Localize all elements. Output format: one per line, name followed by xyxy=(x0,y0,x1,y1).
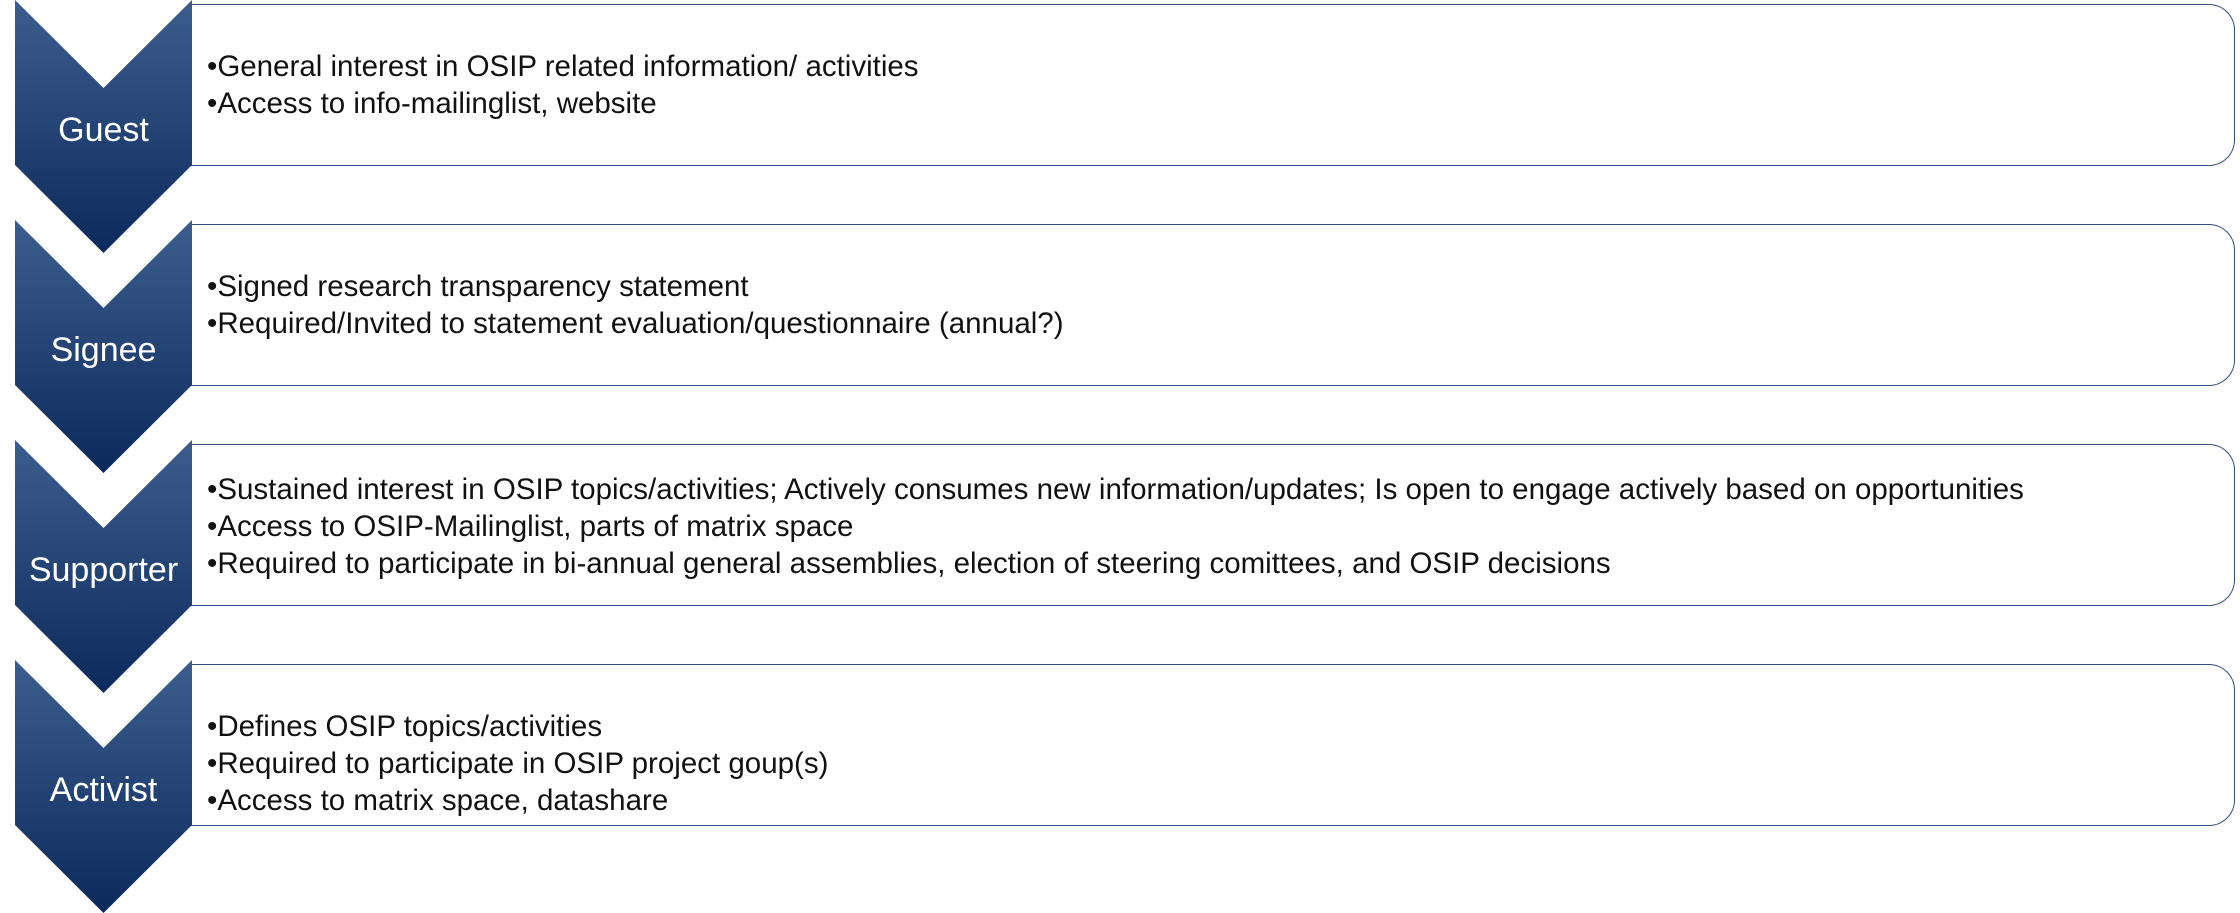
bullet-item: •Required/Invited to statement evaluatio… xyxy=(207,307,1064,340)
bullet-item: •Defines OSIP topics/activities xyxy=(207,710,603,743)
bullet-item: •Access to matrix space, datashare xyxy=(207,784,669,817)
level-bullet-list: •General interest in OSIP related inform… xyxy=(207,48,919,122)
membership-levels-diagram: Guest •General interest in OSIP related i… xyxy=(0,0,2240,913)
bullet-item: •Required to participate in bi-annual ge… xyxy=(207,547,1611,580)
level-bullet-list: •Defines OSIP topics/activities •Required… xyxy=(207,708,828,819)
bullet-item: •Signed research transparency statement xyxy=(207,270,749,303)
level-label: Supporter xyxy=(28,551,179,589)
level-bullet-list: •Signed research transparency statement •… xyxy=(207,268,1064,342)
bullet-item: •General interest in OSIP related inform… xyxy=(207,50,919,83)
level-bullet-list: •Sustained interest in OSIP topics/activ… xyxy=(207,471,2024,582)
level-stage-guest: Guest •General interest in OSIP related i… xyxy=(0,0,2240,253)
bullet-item: •Access to info-mailinglist, website xyxy=(207,87,657,120)
level-label: Guest xyxy=(58,111,149,149)
bullet-item: •Required to participate in OSIP project… xyxy=(207,747,829,780)
level-label: Activist xyxy=(49,771,158,809)
bullet-item: •Sustained interest in OSIP topics/activ… xyxy=(207,473,2024,506)
level-stage-signee: Signee •Signed research transparency stat… xyxy=(0,220,2240,473)
bullet-item: •Access to OSIP-Mailinglist, parts of ma… xyxy=(207,510,854,543)
level-stage-supporter: Supporter •Sustained interest in OSIP top… xyxy=(0,440,2240,693)
level-stage-activist: Activist •Defines OSIP topics/activities •… xyxy=(0,660,2240,913)
level-label: Signee xyxy=(50,331,157,369)
